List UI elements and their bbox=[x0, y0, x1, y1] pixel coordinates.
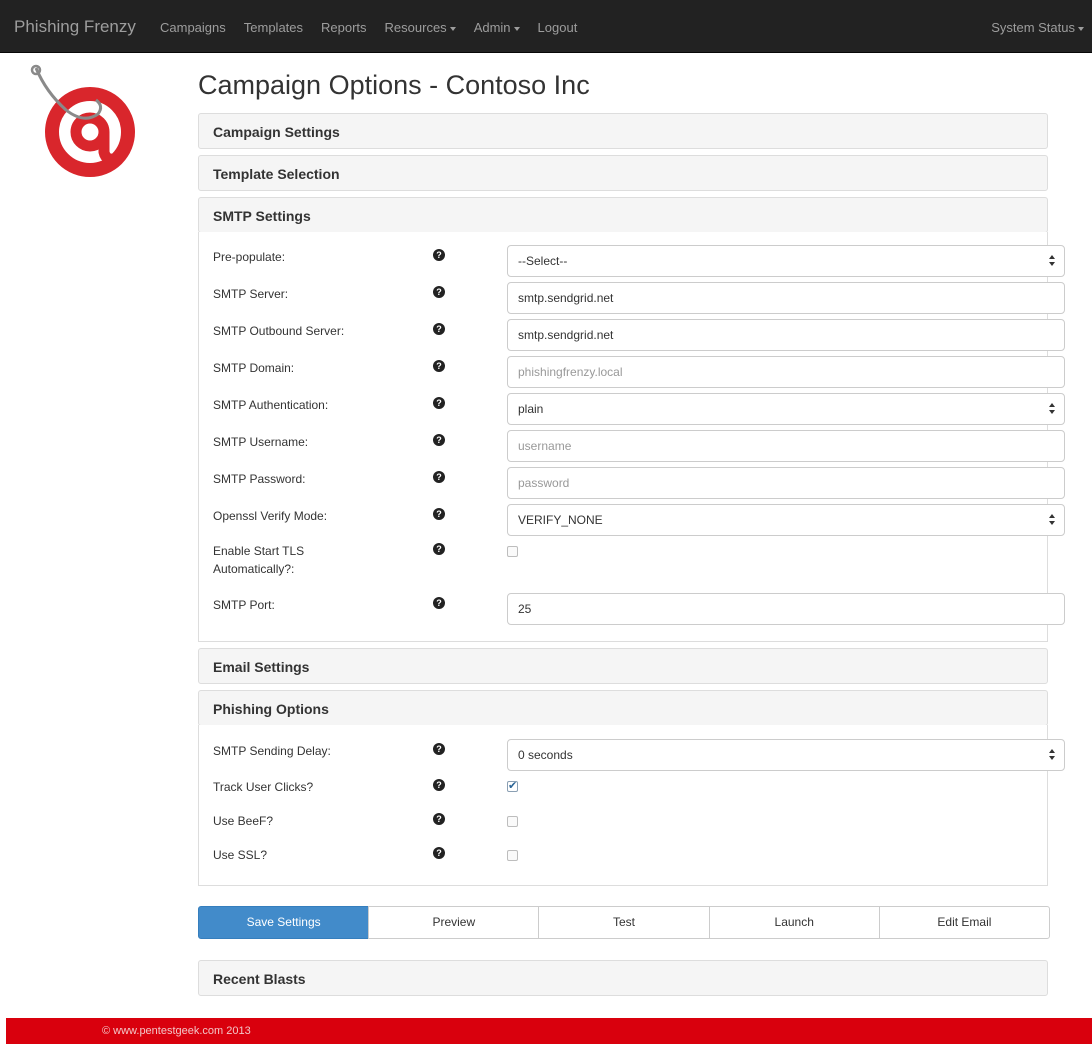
panel-recent-blasts[interactable]: Recent Blasts bbox=[198, 960, 1048, 996]
action-button-group: Save Settings Preview Test Launch Edit E… bbox=[198, 906, 1051, 939]
nav-item-label: Reports bbox=[321, 20, 367, 35]
panel-title: Email Settings bbox=[213, 659, 310, 675]
launch-button[interactable]: Launch bbox=[708, 906, 880, 939]
field-label: Use SSL? bbox=[213, 848, 268, 862]
nav-item-label: Campaigns bbox=[160, 20, 226, 35]
field-label: SMTP Port: bbox=[213, 598, 275, 612]
system-status-label: System Status bbox=[991, 20, 1075, 35]
nav-item-label: Logout bbox=[537, 20, 578, 35]
start-tls-checkbox[interactable] bbox=[507, 546, 518, 557]
track-clicks-checkbox[interactable] bbox=[507, 779, 518, 792]
select-arrows-icon bbox=[1049, 403, 1055, 415]
save-settings-button[interactable]: Save Settings bbox=[198, 906, 370, 939]
panel-title: Recent Blasts bbox=[213, 971, 306, 987]
field-label: Pre-populate: bbox=[213, 250, 286, 264]
select-arrows-icon bbox=[1049, 749, 1055, 761]
panel-email-settings[interactable]: Email Settings bbox=[198, 648, 1048, 684]
preview-button[interactable]: Preview bbox=[368, 906, 540, 939]
nav-menu: Campaigns Templates Reports Resources Ad… bbox=[160, 20, 595, 35]
nav-item-label: Admin bbox=[473, 20, 511, 35]
field-label: SMTP Authentication: bbox=[213, 398, 329, 412]
nav-item-label: Resources bbox=[384, 20, 447, 35]
field-label: SMTP Domain: bbox=[213, 361, 295, 375]
caret-down-icon bbox=[1078, 26, 1084, 31]
field-label: Enable Start TLS Automatically?: bbox=[213, 542, 413, 578]
field-label: Openssl Verify Mode: bbox=[213, 509, 328, 523]
smtp-port-input[interactable]: 25 bbox=[507, 593, 1065, 625]
nav-item-admin[interactable]: Admin bbox=[474, 20, 520, 35]
page-title: Campaign Options - Contoso Inc bbox=[198, 70, 590, 100]
help-icon[interactable]: ? bbox=[433, 360, 445, 372]
panel-title: Phishing Options bbox=[213, 701, 329, 717]
field-label: Use BeeF? bbox=[213, 814, 274, 828]
help-icon[interactable]: ? bbox=[433, 743, 445, 755]
nav-item-campaigns[interactable]: Campaigns bbox=[160, 20, 226, 35]
panel-title: Template Selection bbox=[213, 166, 340, 182]
field-label-line: Enable Start TLS bbox=[213, 544, 305, 558]
smtp-password-input[interactable]: password bbox=[507, 467, 1065, 499]
help-icon[interactable]: ? bbox=[433, 397, 445, 409]
smtp-server-input[interactable]: smtp.sendgrid.net bbox=[507, 282, 1065, 314]
phishing-hook-logo-icon bbox=[30, 64, 135, 177]
field-label: SMTP Username: bbox=[213, 435, 309, 449]
nav-item-label: Templates bbox=[243, 20, 304, 35]
nav-item-logout[interactable]: Logout bbox=[538, 20, 578, 35]
nav-item-resources[interactable]: Resources bbox=[385, 20, 456, 35]
help-icon[interactable]: ? bbox=[433, 434, 445, 446]
panel-title: Campaign Settings bbox=[213, 124, 340, 140]
help-icon[interactable]: ? bbox=[433, 779, 445, 791]
select-arrows-icon bbox=[1049, 514, 1055, 526]
brand-link[interactable]: Phishing Frenzy bbox=[14, 17, 136, 37]
footer-copyright: © www.pentestgeek.com 2013 bbox=[102, 1025, 251, 1037]
field-label: SMTP Server: bbox=[213, 287, 289, 301]
help-icon[interactable]: ? bbox=[433, 286, 445, 298]
prepopulate-select[interactable]: --Select-- bbox=[507, 245, 1065, 277]
nav-item-templates[interactable]: Templates bbox=[244, 20, 303, 35]
select-value: --Select-- bbox=[518, 254, 568, 268]
help-icon[interactable]: ? bbox=[433, 847, 445, 859]
field-label: Track User Clicks? bbox=[213, 780, 314, 794]
smtp-username-input[interactable]: username bbox=[507, 430, 1065, 462]
help-icon[interactable]: ? bbox=[433, 471, 445, 483]
use-ssl-checkbox[interactable] bbox=[507, 850, 518, 861]
system-status-dropdown[interactable]: System Status bbox=[991, 20, 1084, 35]
help-icon[interactable]: ? bbox=[433, 508, 445, 520]
use-beef-checkbox[interactable] bbox=[507, 816, 518, 827]
help-icon[interactable]: ? bbox=[433, 813, 445, 825]
panel-phishing-options[interactable]: Phishing Options bbox=[198, 690, 1048, 726]
select-value: 0 seconds bbox=[518, 748, 573, 762]
smtp-settings-body: Pre-populate: ? --Select-- SMTP Server: … bbox=[198, 232, 1065, 642]
panel-template-selection[interactable]: Template Selection bbox=[198, 155, 1048, 191]
select-value: plain bbox=[518, 402, 544, 416]
help-icon[interactable]: ? bbox=[433, 597, 445, 609]
field-label-line: Automatically?: bbox=[213, 562, 295, 576]
smtp-authentication-select[interactable]: plain bbox=[507, 393, 1065, 425]
caret-down-icon bbox=[449, 26, 456, 31]
smtp-domain-input[interactable]: phishingfrenzy.local bbox=[507, 356, 1065, 388]
openssl-verify-mode-select[interactable]: VERIFY_NONE bbox=[507, 504, 1065, 536]
field-label: SMTP Sending Delay: bbox=[213, 744, 331, 758]
footer: © www.pentestgeek.com 2013 bbox=[6, 1018, 1092, 1044]
help-icon[interactable]: ? bbox=[433, 249, 445, 261]
panel-title: SMTP Settings bbox=[213, 208, 311, 224]
phishing-options-body: SMTP Sending Delay: ? 0 seconds Track Us… bbox=[198, 725, 1065, 886]
select-value: VERIFY_NONE bbox=[518, 513, 603, 527]
field-label: SMTP Outbound Server: bbox=[213, 324, 345, 338]
caret-down-icon bbox=[513, 26, 520, 31]
panel-smtp-settings[interactable]: SMTP Settings bbox=[198, 197, 1048, 233]
nav-item-reports[interactable]: Reports bbox=[321, 20, 367, 35]
sending-delay-select[interactable]: 0 seconds bbox=[507, 739, 1065, 771]
field-label: SMTP Password: bbox=[213, 472, 306, 486]
help-icon[interactable]: ? bbox=[433, 543, 445, 555]
smtp-outbound-server-input[interactable]: smtp.sendgrid.net bbox=[507, 319, 1065, 351]
edit-email-button[interactable]: Edit Email bbox=[878, 906, 1051, 939]
select-arrows-icon bbox=[1049, 255, 1055, 267]
test-button[interactable]: Test bbox=[538, 906, 710, 939]
panel-campaign-settings[interactable]: Campaign Settings bbox=[198, 113, 1048, 149]
help-icon[interactable]: ? bbox=[433, 323, 445, 335]
top-navbar: Phishing Frenzy Campaigns Templates Repo… bbox=[0, 0, 1092, 53]
